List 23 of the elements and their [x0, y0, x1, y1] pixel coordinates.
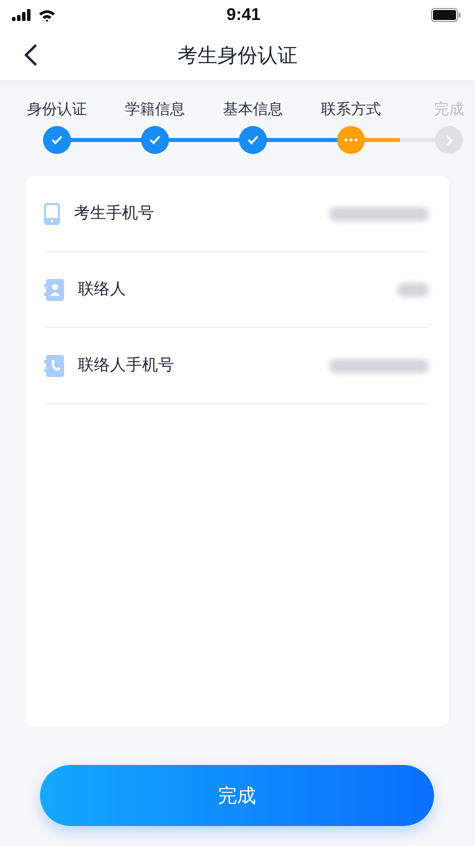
status-time: 9:41	[226, 5, 261, 25]
contact-card-icon	[44, 278, 64, 300]
battery-icon	[431, 8, 461, 22]
mobile-phone-icon	[44, 202, 60, 224]
chevron-right-icon	[446, 134, 452, 146]
phone-book-icon	[44, 354, 64, 376]
step-label: 联系方式	[321, 100, 381, 120]
finish-button[interactable]: 完成	[40, 765, 434, 826]
check-icon	[149, 135, 161, 145]
ellipsis-icon	[344, 138, 358, 142]
signal-icon	[12, 9, 32, 21]
check-icon	[247, 135, 259, 145]
page-title: 考生身份认证	[178, 42, 298, 68]
step-label: 学籍信息	[125, 100, 185, 120]
field-label: 联络人手机号	[78, 355, 175, 376]
check-icon	[51, 135, 63, 145]
step-label: 基本信息	[223, 100, 283, 120]
field-label: 考生手机号	[74, 203, 155, 224]
step-label: 身份认证	[27, 100, 87, 120]
wifi-icon	[38, 8, 56, 22]
field-label: 联络人	[78, 279, 127, 300]
blurred-value	[397, 282, 429, 296]
step-label: 完成	[434, 100, 464, 120]
